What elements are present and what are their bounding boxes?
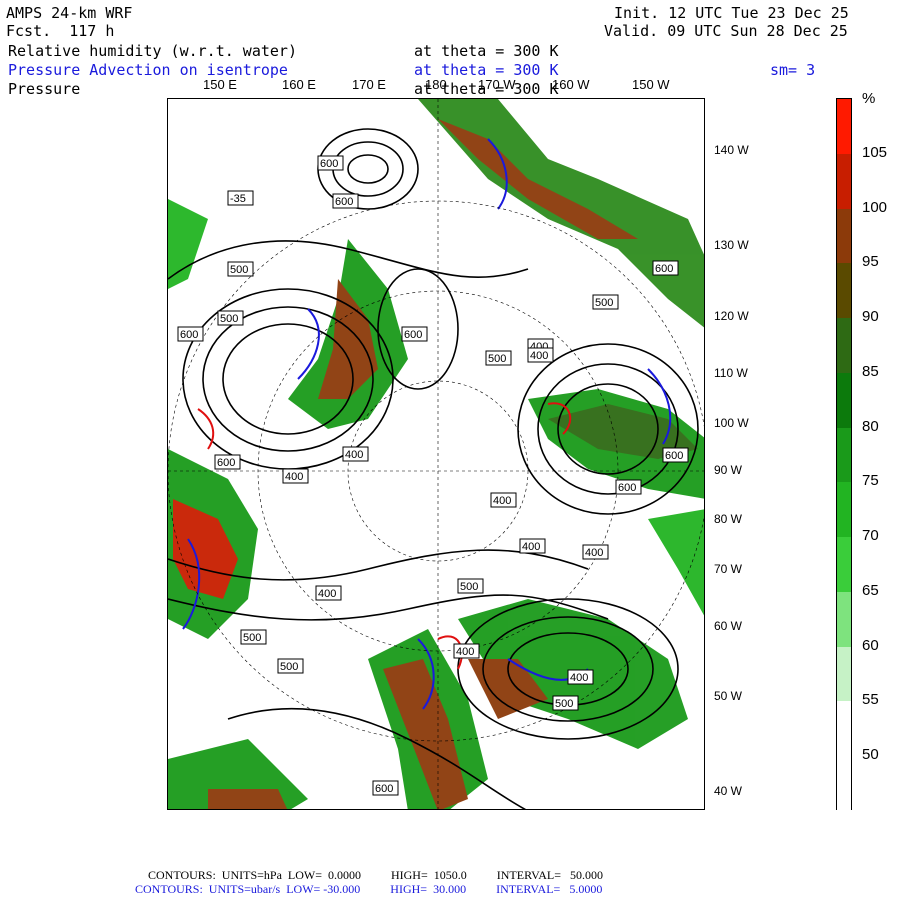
contour-label: 600: [180, 329, 198, 341]
colorbar-segment: [837, 372, 851, 428]
contour-label: 400: [493, 495, 511, 507]
contour-label: 500: [488, 353, 506, 365]
contour-label: 400: [285, 471, 303, 483]
colorbar-label: 75: [862, 472, 879, 490]
contour-label: 400: [318, 588, 336, 600]
contour-label: 600: [217, 457, 235, 469]
contour-label: 600: [404, 329, 422, 341]
lon-label-180: 180: [425, 77, 447, 92]
colorbar-label: 105: [862, 143, 888, 161]
footer-pressure-contours: CONTOURS: UNITS=hPa LOW= 0.0000 HIGH= 10…: [148, 868, 603, 882]
footer-advection-contours: CONTOURS: UNITS=ubar/s LOW= -30.000 HIGH…: [135, 882, 603, 896]
map-plot: 600 600 -35 500 500 600 600 500 400 400 400 600 400 6…: [168, 99, 704, 809]
colorbar-segment: [837, 208, 851, 264]
contour-label: 400: [456, 646, 474, 658]
colorbar-label: 80: [862, 417, 879, 435]
contour-label: 600: [665, 450, 683, 462]
colorbar-label: 65: [862, 581, 879, 599]
colorbar-segment: [837, 427, 851, 483]
contour-label: 500: [280, 661, 298, 673]
colorbar-label: 95: [862, 253, 879, 271]
contour-label: 400: [345, 449, 363, 461]
lat-label-130w: 130 W: [714, 238, 749, 252]
contour-label: 600: [335, 196, 353, 208]
colorbar-segment: [837, 318, 851, 373]
contour-label: 500: [555, 698, 573, 710]
forecast-hour: Fcst. 117 h: [6, 22, 115, 40]
map-panel: 600 600 -35 500 500 600 600 500 400 400 400 600 400 6…: [167, 98, 705, 810]
lat-label-40w: 40 W: [714, 784, 743, 798]
humidity-shading: [168, 99, 704, 809]
colorbar-segment: [837, 591, 851, 647]
contour-label: -35: [230, 193, 246, 205]
colorbar-label: 90: [862, 308, 879, 326]
contour-label: 500: [460, 581, 478, 593]
contour-label: 600: [655, 263, 673, 275]
contour-label: 600: [618, 482, 636, 494]
field3-title: Pressure: [8, 80, 81, 98]
valid-time: Valid. 09 UTC Sun 28 Dec 25: [604, 22, 848, 40]
model-title: AMPS 24-km WRF: [6, 4, 133, 22]
colorbar-segment: [837, 482, 851, 538]
colorbar-unit: %: [862, 90, 876, 107]
colorbar-label: 50: [862, 746, 879, 764]
lon-label-170e: 170 E: [352, 77, 386, 92]
colorbar-label: 60: [862, 636, 879, 654]
lat-label-60w: 60 W: [714, 619, 743, 633]
init-time: Init. 12 UTC Tue 23 Dec 25: [614, 4, 849, 22]
contour-label: 600: [320, 158, 338, 170]
colorbar: [836, 98, 852, 811]
field1-level: at theta = 300 K: [414, 42, 559, 60]
colorbar-segment: [837, 537, 851, 592]
field1-title: Relative humidity (w.r.t. water): [8, 42, 297, 60]
colorbar-segment: [837, 701, 851, 757]
contour-label: 400: [530, 350, 548, 362]
lat-label-90w: 90 W: [714, 463, 743, 477]
lat-label-110w: 110 W: [714, 366, 748, 380]
contour-label: 400: [522, 541, 540, 553]
lat-label-120w: 120 W: [714, 309, 749, 323]
lon-label-160w: 160 W: [552, 77, 590, 92]
lat-label-100w: 100 W: [714, 416, 749, 430]
colorbar-label: 100: [862, 198, 888, 216]
colorbar-segment: [837, 756, 851, 811]
lon-label-150w: 150 W: [632, 77, 670, 92]
lon-label-150e: 150 E: [203, 77, 237, 92]
lon-label-170w: 170 W: [478, 77, 516, 92]
contour-label: 500: [595, 297, 613, 309]
colorbar-segment: [837, 263, 851, 319]
colorbar-label: 70: [862, 527, 879, 545]
lon-label-160e: 160 E: [282, 77, 316, 92]
colorbar-segment: [837, 99, 851, 154]
lat-label-50w: 50 W: [714, 689, 743, 703]
colorbar-segment: [837, 153, 851, 209]
lat-label-80w: 80 W: [714, 512, 743, 526]
colorbar-label: 85: [862, 362, 879, 380]
contour-label: 600: [375, 783, 393, 795]
contour-label: 500: [243, 632, 261, 644]
colorbar-segment: [837, 646, 851, 702]
lat-label-140w: 140 W: [714, 143, 749, 157]
lat-label-70w: 70 W: [714, 562, 743, 576]
contour-label: 500: [230, 264, 248, 276]
contour-label: 400: [585, 547, 603, 559]
contour-label: 500: [220, 313, 238, 325]
smoothing-label: sm= 3: [770, 61, 816, 79]
contour-label: 400: [570, 672, 588, 684]
field2-title: Pressure Advection on isentrope: [8, 61, 288, 79]
colorbar-label: 55: [862, 691, 879, 709]
